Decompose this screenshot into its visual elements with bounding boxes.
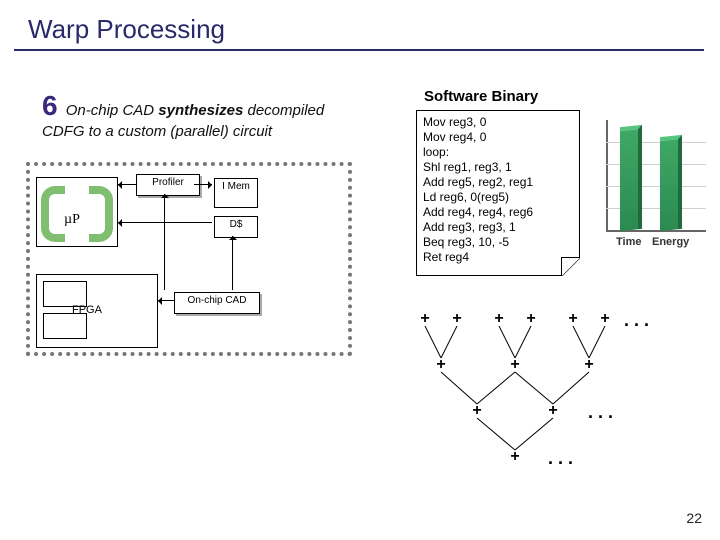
fpga-label: FPGA (72, 304, 102, 316)
code-listing: Mov reg3, 0 Mov reg4, 0 loop: Shl reg1, … (416, 110, 580, 276)
adder-node: + (418, 312, 432, 326)
adder-node: + (566, 312, 580, 326)
page-title: Warp Processing (0, 0, 720, 49)
bar-label-time: Time (616, 236, 641, 248)
adder-node: + (524, 312, 538, 326)
arrow (118, 222, 212, 223)
adder-node: + (450, 312, 464, 326)
arrow (194, 184, 212, 185)
adder-node: + (508, 358, 522, 372)
code-line: Add reg5, reg2, reg1 (423, 175, 573, 190)
arrow (118, 184, 136, 185)
code-line: Add reg4, reg4, reg6 (423, 205, 573, 220)
code-line: Ld reg6, 0(reg5) (423, 190, 573, 205)
code-line: loop: (423, 145, 573, 160)
arrow (232, 236, 233, 290)
step-number: 6 (42, 90, 58, 121)
micro-processor-label: µP (64, 212, 80, 228)
adder-node: + (434, 358, 448, 372)
chart-axis-y (606, 120, 608, 230)
adder-node: + (598, 312, 612, 326)
oncad-box: On-chip CAD (174, 292, 260, 314)
code-line: Mov reg3, 0 (423, 115, 573, 130)
adder-node: + (508, 450, 522, 464)
step-text-pre: On-chip CAD (66, 102, 159, 119)
code-line: Add reg3, reg3, 1 (423, 220, 573, 235)
code-line: Shl reg1, reg3, 1 (423, 160, 573, 175)
ellipsis: . . . (588, 402, 613, 423)
adder-node: + (470, 404, 484, 418)
arrow (164, 194, 165, 290)
bar-label-energy: Energy (652, 236, 689, 248)
step-caption: 6 On-chip CAD synthesizes decompiled CDF… (42, 88, 352, 142)
bar-time (620, 125, 642, 231)
adder-node: + (492, 312, 506, 326)
adder-node: + (546, 404, 560, 418)
code-line: Ret reg4 (423, 250, 573, 265)
adder-node: + (582, 358, 596, 372)
page-number: 22 (686, 510, 702, 526)
bar-chart: Time Energy (598, 120, 708, 250)
code-line: Mov reg4, 0 (423, 130, 573, 145)
code-line: Beq reg3, 10, -5 (423, 235, 573, 250)
step-text-bold: synthesizes (158, 102, 243, 119)
software-binary-title: Software Binary (424, 88, 538, 105)
title-underline (14, 49, 704, 51)
imem-box: I Mem (214, 178, 258, 208)
ellipsis: . . . (548, 448, 573, 469)
arrow (158, 300, 174, 301)
ellipsis: . . . (624, 310, 649, 331)
bar-energy (660, 135, 682, 231)
